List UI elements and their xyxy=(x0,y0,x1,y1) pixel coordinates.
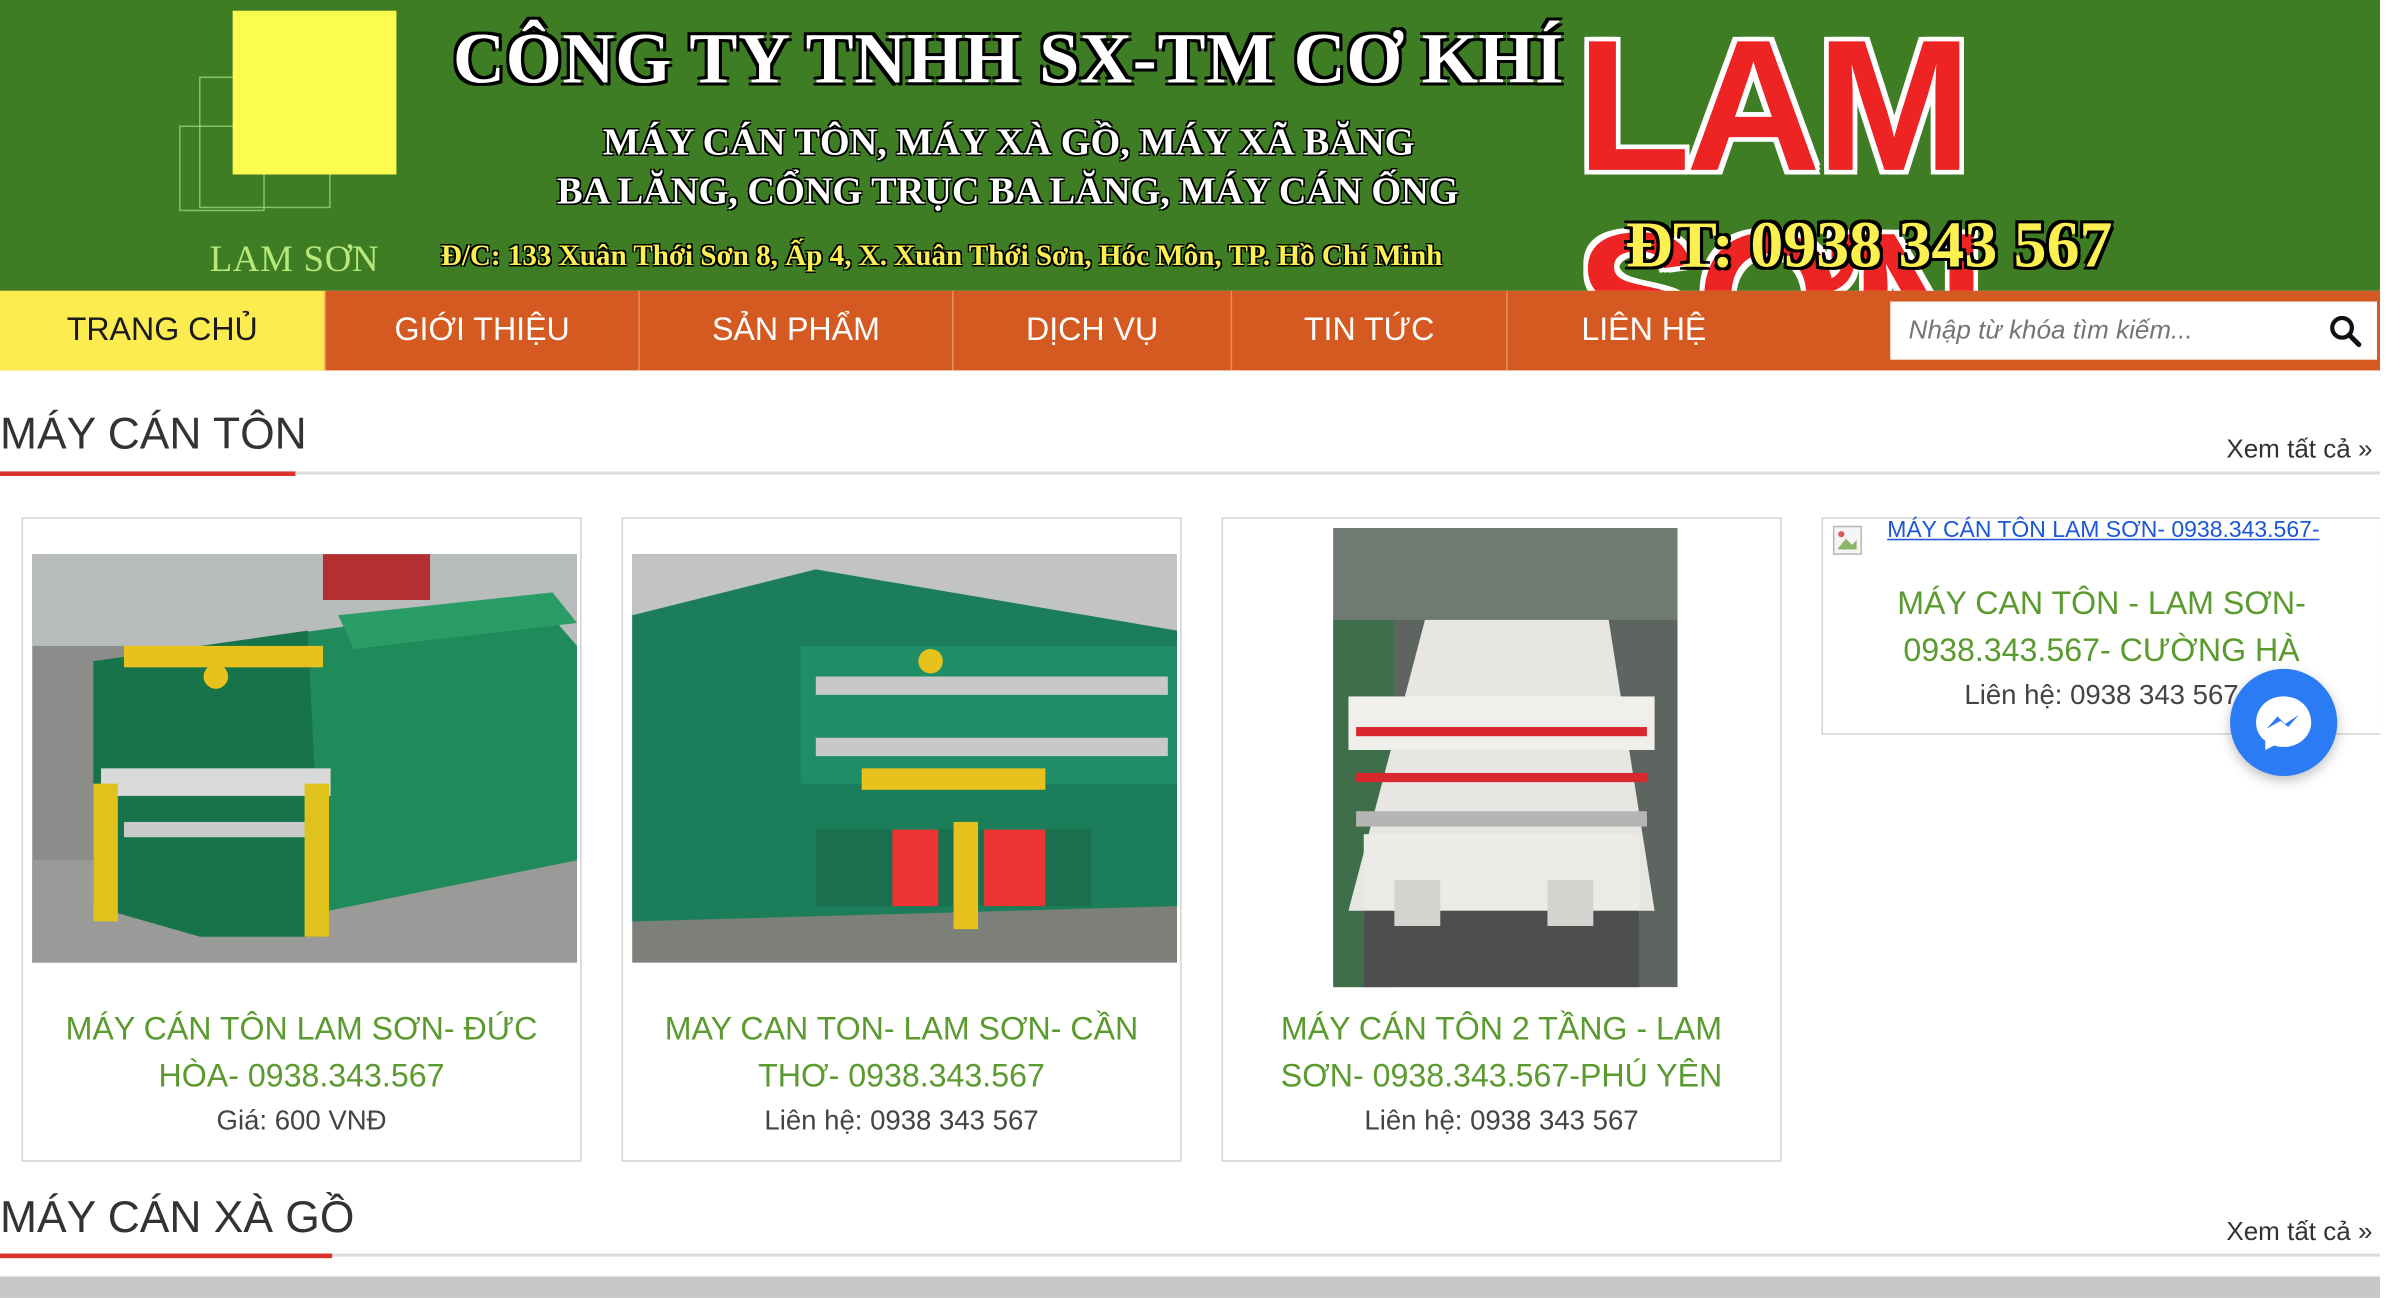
product-name[interactable]: MÁY CÁN TÔN LAM SƠN- ĐỨC HÒA- 0938.343.5… xyxy=(38,1006,565,1101)
product-price: Giá: 600 VNĐ xyxy=(216,1105,387,1136)
page: LAM SƠN CÔNG TY TNHH SX-TM CƠ KHÍ MÁY CÁ… xyxy=(0,0,2400,1298)
product-card[interactable]: MÁY CÁN TÔN LAM SƠN- ĐỨC HÒA- 0938.343.5… xyxy=(21,517,582,1162)
product-image[interactable] xyxy=(632,554,1178,963)
next-section-area xyxy=(0,1276,2381,1298)
product-card[interactable]: MÁY CÁN TÔN 2 TẦNG - LAM SƠN- 0938.343.5… xyxy=(1221,517,1782,1162)
page-edge xyxy=(2380,0,2400,1298)
logo-square xyxy=(232,10,397,175)
section-accent xyxy=(0,471,296,477)
product-image[interactable] xyxy=(1333,528,1678,988)
product-image[interactable] xyxy=(32,554,578,963)
nav-item-about[interactable]: GIỚI THIỆU xyxy=(326,290,640,371)
company-name: CÔNG TY TNHH SX-TM CƠ KHÍ xyxy=(453,19,1565,100)
company-address: Đ/C: 133 Xuân Thới Sơn 8, Ấp 4, X. Xuân … xyxy=(440,240,1443,273)
view-all-link[interactable]: Xem tất cả » xyxy=(2226,435,2372,466)
logo-text: LAM SƠN xyxy=(209,240,380,281)
section-divider xyxy=(0,1253,2381,1257)
nav-item-news[interactable]: TIN TỨC xyxy=(1232,290,1508,371)
nav-item-services[interactable]: DỊCH VỤ xyxy=(954,290,1233,371)
product-card[interactable]: MAY CAN TON- LAM SƠN- CẦN THƠ- 0938.343.… xyxy=(621,517,1182,1162)
product-name[interactable]: MÁY CAN TÔN - LAM SƠN- 0938.343.567- CƯỜ… xyxy=(1838,580,2365,675)
section-divider xyxy=(0,471,2381,475)
product-price: Liên hệ: 0938 343 567 xyxy=(764,1105,1039,1136)
image-alt-text[interactable]: MÁY CÁN TÔN LAM SƠN- 0938.343.567- xyxy=(1887,517,2319,543)
search-input[interactable] xyxy=(1890,301,2304,360)
view-all-link[interactable]: Xem tất cả » xyxy=(2226,1217,2372,1248)
product-price: Liên hệ: 0938 343 567 xyxy=(1364,1105,1639,1136)
section-title: MÁY CÁN TÔN xyxy=(0,410,307,460)
messenger-button[interactable] xyxy=(2230,668,2338,777)
product-name[interactable]: MAY CAN TON- LAM SƠN- CẦN THƠ- 0938.343.… xyxy=(638,1006,1165,1101)
nav-item-contact[interactable]: LIÊN HỆ xyxy=(1508,291,1780,371)
header-banner[interactable]: LAM SƠN CÔNG TY TNHH SX-TM CƠ KHÍ MÁY CÁ… xyxy=(0,0,2381,291)
nav-item-products[interactable]: SẢN PHẨM xyxy=(640,290,954,371)
messenger-icon xyxy=(2256,696,2312,750)
product-name[interactable]: MÁY CÁN TÔN 2 TẦNG - LAM SƠN- 0938.343.5… xyxy=(1238,1006,1765,1101)
search-icon[interactable] xyxy=(2328,314,2362,348)
search-box xyxy=(1890,301,2378,360)
section-title: MÁY CÁN XÀ GỒ xyxy=(0,1193,355,1243)
section-accent xyxy=(0,1253,333,1259)
hotline: ĐT: 0938 343 567 xyxy=(1625,209,2113,282)
services-line-2: BA LĂNG, CỔNG TRỤC BA LĂNG, MÁY CÁN ỐNG xyxy=(557,171,1459,213)
broken-image-icon xyxy=(1832,525,1862,555)
nav-item-home[interactable]: TRANG CHỦ xyxy=(0,290,327,371)
services-line-1: MÁY CÁN TÔN, MÁY XÀ GỒ, MÁY XÃ BĂNG xyxy=(603,122,1415,164)
